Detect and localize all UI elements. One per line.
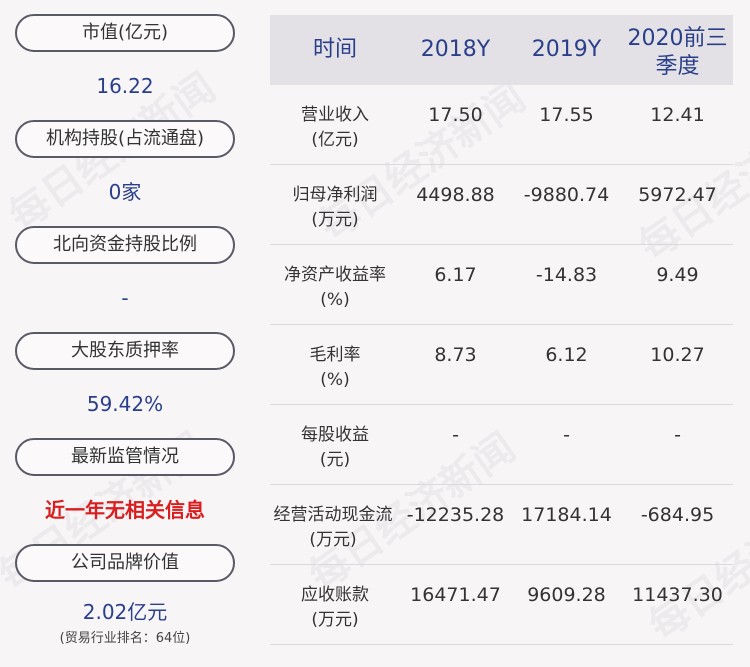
northbound-ratio-label: 北向资金持股比例 bbox=[15, 226, 235, 264]
table-row: 应收账款 (万元) 16471.47 9609.28 11437.30 bbox=[270, 565, 733, 645]
row-label-unit: (万元) bbox=[311, 210, 359, 230]
table-cell: - bbox=[452, 424, 459, 446]
row-label: 应收账款 (万元) bbox=[270, 565, 400, 644]
regulation-value: 近一年无相关信息 bbox=[45, 498, 205, 522]
table-cell: - bbox=[563, 424, 570, 446]
northbound-ratio-value: - bbox=[121, 286, 129, 310]
row-label-name: 营业收入 bbox=[301, 105, 369, 125]
row-label-unit: (%) bbox=[320, 370, 350, 390]
market-cap-value: 16.22 bbox=[96, 74, 154, 98]
table-cell: 9609.28 bbox=[527, 584, 606, 606]
row-label-name: 经营活动现金流 bbox=[273, 505, 393, 525]
table-cell: -9880.74 bbox=[523, 184, 610, 206]
brand-value: 2.02亿元 bbox=[82, 600, 168, 624]
row-label-unit: (%) bbox=[320, 290, 350, 310]
table-cell: -12235.28 bbox=[406, 504, 505, 526]
header-2020q3: 2020前三季度 bbox=[627, 26, 728, 79]
table-row: 归母净利润 (万元) 4498.88 -9880.74 5972.47 bbox=[270, 165, 733, 245]
row-label-unit: (万元) bbox=[309, 530, 357, 550]
brand-value-label: 公司品牌价值 bbox=[15, 544, 235, 582]
table-row: 营业收入 (亿元) 17.50 17.55 12.41 bbox=[270, 85, 733, 165]
table-cell: 8.73 bbox=[434, 344, 477, 366]
row-label: 营业收入 (亿元) bbox=[270, 85, 400, 164]
stock-summary-page: 每日经济新闻 每日经济新闻 每日经济新闻 每日经济新闻 每日经济新闻 每日经济新… bbox=[0, 0, 750, 667]
table-cell: 6.17 bbox=[434, 264, 477, 286]
summary-panel: 市值(亿元) 16.22 机构持股(占流通盘) 0家 北向资金持股比例 - 大股… bbox=[15, 14, 235, 650]
brand-value-block: 2.02亿元 (贸易行业排名：64位) bbox=[15, 582, 235, 650]
table-row: 每股收益 (元) - - - bbox=[270, 405, 733, 485]
table-cell: 11437.30 bbox=[632, 584, 723, 606]
row-label: 每股收益 (元) bbox=[270, 405, 400, 484]
market-cap-label: 市值(亿元) bbox=[15, 14, 235, 52]
table-cell: 12.41 bbox=[650, 104, 705, 126]
row-label-unit: (元) bbox=[319, 450, 351, 470]
table-row: 毛利率 (%) 8.73 6.12 10.27 bbox=[270, 325, 733, 405]
row-label: 经营活动现金流 (万元) bbox=[266, 485, 400, 564]
table-cell: 17.55 bbox=[539, 104, 594, 126]
row-label: 毛利率 (%) bbox=[270, 325, 400, 404]
table-cell: -684.95 bbox=[640, 504, 715, 526]
row-label-name: 净资产收益率 bbox=[284, 265, 386, 285]
row-label-name: 毛利率 bbox=[309, 345, 361, 365]
table-cell: 9.49 bbox=[656, 264, 699, 286]
row-label-name: 每股收益 bbox=[301, 425, 369, 445]
row-label: 归母净利润 (万元) bbox=[270, 165, 400, 244]
institutional-holding-label: 机构持股(占流通盘) bbox=[15, 120, 235, 158]
table-row: 净资产收益率 (%) 6.17 -14.83 9.49 bbox=[270, 245, 733, 325]
table-header: 时间 2018Y 2019Y 2020前三季度 bbox=[270, 15, 733, 85]
table-row: 经营活动现金流 (万元) -12235.28 17184.14 -684.95 bbox=[270, 485, 733, 565]
table-cell: -14.83 bbox=[535, 264, 598, 286]
row-label-unit: (亿元) bbox=[311, 130, 359, 150]
table-cell: 10.27 bbox=[650, 344, 705, 366]
pledge-ratio-label: 大股东质押率 bbox=[15, 332, 235, 370]
header-period: 时间 bbox=[312, 37, 357, 62]
header-2019: 2019Y bbox=[531, 37, 602, 62]
table-cell: 17.50 bbox=[428, 104, 483, 126]
row-label-name: 归母净利润 bbox=[292, 185, 378, 205]
row-label-name: 应收账款 bbox=[301, 585, 369, 605]
institutional-holding-value: 0家 bbox=[108, 180, 142, 204]
pledge-ratio-value: 59.42% bbox=[86, 392, 164, 416]
table-cell: 5972.47 bbox=[638, 184, 717, 206]
financial-table: 时间 2018Y 2019Y 2020前三季度 营业收入 (亿元) 17.50 1… bbox=[270, 15, 733, 645]
brand-rank: (贸易行业排名：64位) bbox=[59, 631, 191, 646]
header-2018: 2018Y bbox=[420, 37, 491, 62]
regulation-label: 最新监管情况 bbox=[15, 438, 235, 476]
row-label: 净资产收益率 (%) bbox=[270, 245, 400, 324]
table-cell: 16471.47 bbox=[410, 584, 501, 606]
table-cell: 4498.88 bbox=[416, 184, 495, 206]
table-cell: 17184.14 bbox=[521, 504, 612, 526]
table-cell: 6.12 bbox=[545, 344, 588, 366]
row-label-unit: (万元) bbox=[311, 610, 359, 630]
table-cell: - bbox=[674, 424, 681, 446]
